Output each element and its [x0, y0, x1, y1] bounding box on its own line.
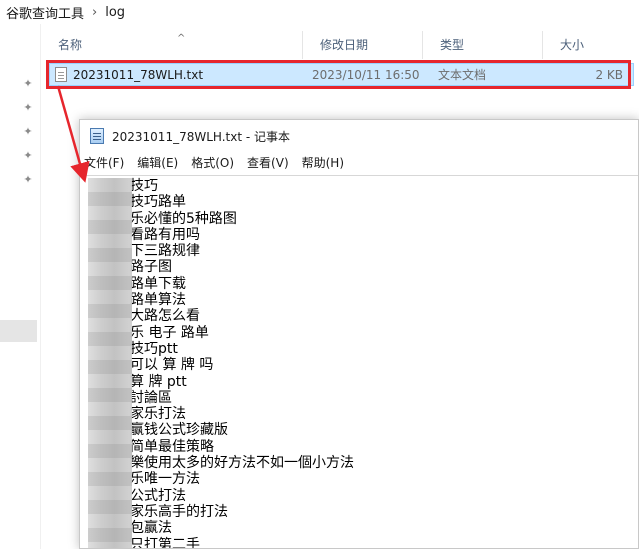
- menu-view[interactable]: 查看(V): [247, 154, 289, 171]
- text-line: 討論區: [130, 389, 172, 406]
- text-lines: 技巧 技巧路单 乐必懂的5种路图 看路有用吗 下三路规律 路子图 路单下载 路单算法 大路怎么看…: [86, 178, 626, 549]
- pin-icon[interactable]: ✦: [22, 102, 34, 114]
- breadcrumb-log[interactable]: log: [105, 5, 125, 20]
- sort-up-icon: ^: [177, 33, 186, 44]
- text-line: 技巧ptt: [130, 340, 178, 357]
- annotation-highlight-box: [46, 60, 631, 89]
- text-line: 路子图: [130, 259, 172, 276]
- text-line: 乐必懂的5种路图: [130, 210, 237, 227]
- text-line: 大路怎么看: [130, 308, 200, 325]
- column-header-size[interactable]: 大小: [543, 31, 639, 59]
- text-line: 简单最佳策略: [130, 438, 214, 455]
- notepad-window: 20231011_78WLH.txt - 记事本 文件(F) 编辑(E) 格式(…: [79, 119, 639, 549]
- menu-help[interactable]: 帮助(H): [302, 154, 344, 171]
- text-line: 技巧路单: [130, 194, 186, 211]
- text-line: 赢钱公式珍藏版: [130, 422, 228, 439]
- column-headers: ^ 名称 修改日期 类型 大小: [41, 31, 639, 59]
- notepad-title: 20231011_78WLH.txt - 记事本: [112, 129, 290, 144]
- text-line: 技巧: [130, 178, 158, 194]
- pin-icon[interactable]: ✦: [22, 150, 34, 162]
- menu-edit[interactable]: 编辑(E): [137, 154, 178, 171]
- text-line: 路单下载: [130, 275, 186, 292]
- text-line: 乐唯一方法: [130, 471, 200, 488]
- text-line: 家乐高手的打法: [130, 503, 228, 520]
- column-header-type[interactable]: 类型: [423, 31, 543, 59]
- text-line: 可以 算 牌 吗: [130, 357, 214, 374]
- menu-file[interactable]: 文件(F): [84, 154, 124, 171]
- text-line: 包赢法: [130, 520, 172, 537]
- text-line: 下三路规律: [130, 243, 200, 260]
- text-line: 只打第二手: [130, 536, 200, 549]
- redaction-blur-stripes: [88, 178, 132, 548]
- menu-format[interactable]: 格式(O): [191, 154, 234, 171]
- text-line: 算 牌 ptt: [130, 373, 187, 390]
- breadcrumb-root[interactable]: 谷歌查询工具: [6, 3, 84, 22]
- text-line: 路单算法: [130, 292, 186, 309]
- breadcrumb: 谷歌查询工具 › log: [0, 0, 639, 24]
- pin-icon[interactable]: ✦: [22, 174, 34, 186]
- column-header-name[interactable]: ^ 名称: [41, 31, 303, 59]
- text-line: 公式打法: [130, 487, 186, 504]
- text-line: 家乐打法: [130, 406, 186, 423]
- chevron-right-icon: ›: [92, 4, 98, 20]
- notepad-menu-bar: 文件(F) 编辑(E) 格式(O) 查看(V) 帮助(H): [80, 152, 638, 172]
- pin-icon[interactable]: ✦: [22, 126, 34, 138]
- text-line: 看路有用吗: [130, 226, 200, 243]
- nav-selected-item[interactable]: [0, 320, 37, 342]
- notepad-icon: [90, 128, 104, 144]
- text-line: 樂使用太多的好方法不如一個小方法: [130, 455, 354, 472]
- notepad-text-area[interactable]: 技巧 技巧路单 乐必懂的5种路图 看路有用吗 下三路规律 路子图 路单下载 路单算法 大路怎么看…: [80, 175, 638, 549]
- text-line: 乐 电子 路单: [130, 324, 209, 341]
- navigation-pane: ✦ ✦ ✦ ✦ ✦: [0, 24, 40, 549]
- notepad-title-bar[interactable]: 20231011_78WLH.txt - 记事本: [80, 120, 638, 152]
- pin-icon[interactable]: ✦: [22, 78, 34, 90]
- column-header-modified[interactable]: 修改日期: [303, 31, 423, 59]
